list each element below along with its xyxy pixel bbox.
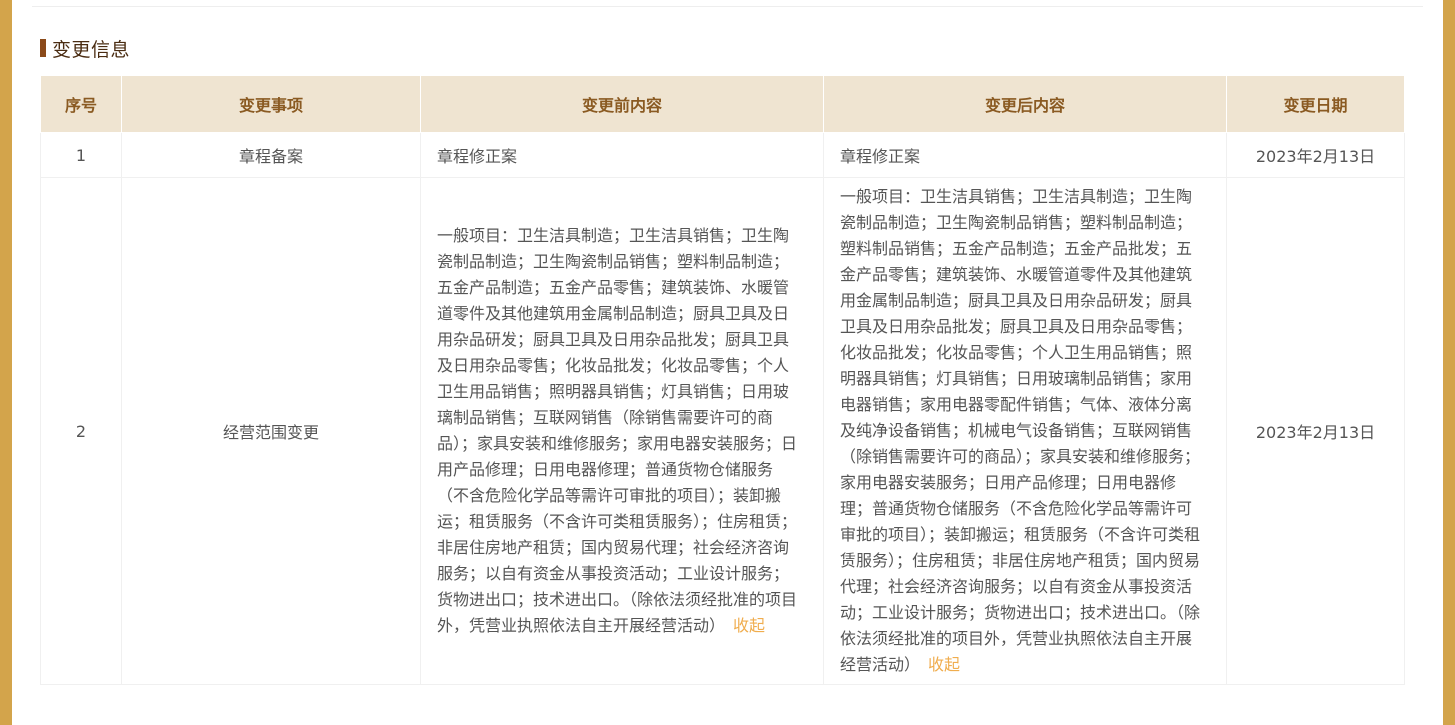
cell-index: 2 — [40, 177, 122, 685]
section-header: 变更信息 — [40, 36, 131, 61]
table-row: 1 章程备案 章程修正案 章程修正案 2023年2月13日 — [40, 132, 1405, 178]
page-frame: 变更信息 序号 变更事项 变更前内容 变更后内容 变更日期 1 章程备案 章程修… — [0, 0, 1455, 725]
collapse-after-link[interactable]: 收起 — [928, 655, 960, 674]
top-divider — [32, 6, 1423, 7]
section-title: 变更信息 — [52, 38, 131, 61]
header-before: 变更前内容 — [420, 75, 824, 133]
header-date: 变更日期 — [1226, 75, 1405, 133]
cell-index: 1 — [40, 132, 122, 178]
cell-after: 章程修正案 — [823, 132, 1227, 178]
cell-date: 2023年2月13日 — [1226, 177, 1405, 685]
title-marker — [40, 39, 46, 57]
header-after: 变更后内容 — [823, 75, 1227, 133]
collapse-before-link[interactable]: 收起 — [733, 616, 765, 635]
table-header-row: 序号 变更事项 变更前内容 变更后内容 变更日期 — [40, 75, 1405, 133]
cell-item: 经营范围变更 — [121, 177, 421, 685]
table-row: 2 经营范围变更 一般项目：卫生洁具制造；卫生洁具销售；卫生陶瓷制品制造；卫生陶… — [40, 177, 1405, 685]
cell-after: 一般项目：卫生洁具销售；卫生洁具制造；卫生陶瓷制品制造；卫生陶瓷制品销售；塑料制… — [823, 177, 1227, 685]
cell-before: 章程修正案 — [420, 132, 824, 178]
change-info-table: 序号 变更事项 变更前内容 变更后内容 变更日期 1 章程备案 章程修正案 章程… — [40, 75, 1405, 685]
header-item: 变更事项 — [121, 75, 421, 133]
header-index: 序号 — [40, 75, 122, 133]
after-content-text: 一般项目：卫生洁具销售；卫生洁具制造；卫生陶瓷制品制造；卫生陶瓷制品销售；塑料制… — [840, 187, 1201, 674]
cell-date: 2023年2月13日 — [1226, 132, 1405, 178]
before-content-text: 一般项目：卫生洁具制造；卫生洁具销售；卫生陶瓷制品制造；卫生陶瓷制品销售；塑料制… — [437, 226, 798, 635]
cell-before: 一般项目：卫生洁具制造；卫生洁具销售；卫生陶瓷制品制造；卫生陶瓷制品销售；塑料制… — [420, 177, 824, 685]
cell-item: 章程备案 — [121, 132, 421, 178]
